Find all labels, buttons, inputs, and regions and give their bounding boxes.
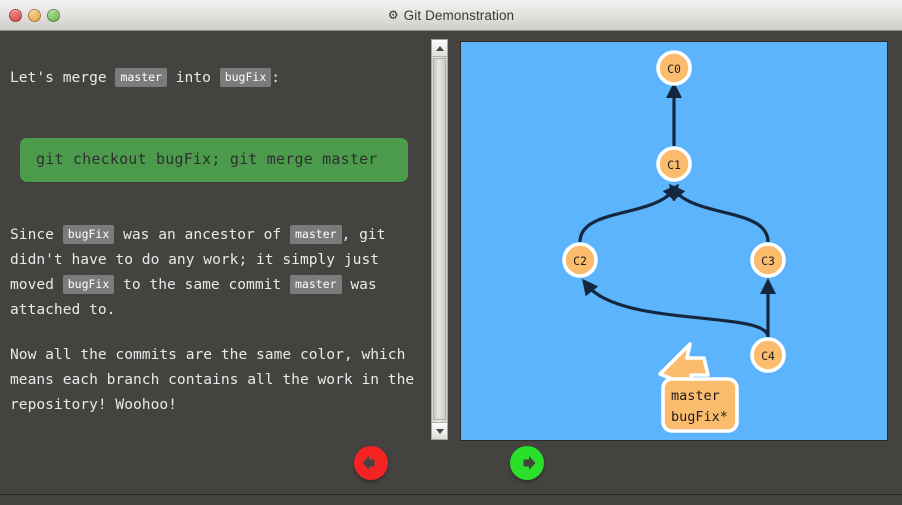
chevron-down-icon	[435, 428, 444, 434]
commit-graph-svg: master bugFix* C0 C1 C2 C3 C4	[562, 50, 786, 433]
edge-c4-c2	[582, 278, 770, 338]
body1-t1: Since	[10, 226, 63, 243]
commit-node-c3[interactable]: C3	[750, 242, 786, 278]
window-title: ⚙ Git Demonstration	[0, 8, 902, 23]
inline-code-bugfix-3: bugFix	[62, 275, 115, 294]
edge-c3-c1	[668, 183, 770, 243]
commit-node-c1[interactable]: C1	[656, 146, 692, 182]
window-titlebar: ⚙ Git Demonstration	[0, 0, 902, 31]
body1-t4: to the same commit	[114, 276, 290, 293]
chevron-up-icon	[435, 45, 444, 51]
forward-button[interactable]	[510, 446, 544, 480]
branch-label-master: master	[671, 388, 720, 404]
edge-group	[578, 82, 776, 338]
commit-node-c0[interactable]: C0	[656, 50, 692, 86]
lesson-body-paragraph-2: Now all the commits are the same color, …	[10, 346, 415, 413]
arrow-right-circle-icon	[523, 456, 536, 470]
commit-label-c4: C4	[761, 349, 775, 363]
inline-code-master-1: master	[115, 68, 167, 87]
lesson-intro-paragraph: Let's merge master into bugFix:	[10, 65, 416, 90]
command-text: git checkout bugFix; git merge master	[36, 150, 378, 168]
branch-label-bugfix: bugFix*	[671, 409, 728, 425]
commit-node-c2[interactable]: C2	[562, 242, 598, 278]
commit-label-c1: C1	[667, 158, 681, 172]
branch-label-box[interactable]: master bugFix*	[661, 377, 739, 433]
scroll-down-button[interactable]	[432, 422, 447, 439]
commit-label-c3: C3	[761, 254, 775, 268]
lesson-text-pane: Let's merge master into bugFix: git chec…	[0, 31, 430, 474]
inline-code-bugfix-2: bugFix	[62, 225, 115, 244]
intro-prefix: Let's merge	[10, 69, 116, 86]
back-button[interactable]	[354, 446, 388, 480]
bottom-bar	[0, 495, 902, 505]
intro-middle: into	[166, 69, 220, 86]
commit-label-c0: C0	[667, 62, 681, 76]
scroll-thumb[interactable]	[433, 58, 446, 420]
commit-node-c4[interactable]: C4	[750, 337, 786, 373]
intro-suffix: :	[271, 69, 281, 86]
commit-graph-canvas[interactable]: master bugFix* C0 C1 C2 C3 C4	[460, 41, 888, 441]
inline-code-master-3: master	[290, 275, 342, 294]
lesson-body-paragraph-1: Since bugFix was an ancestor of master, …	[10, 222, 416, 322]
inline-code-master-2: master	[290, 225, 342, 244]
command-box: git checkout bugFix; git merge master	[20, 138, 408, 182]
gear-icon: ⚙	[387, 8, 399, 22]
app-window: ⚙ Git Demonstration Let's merge master i…	[0, 0, 902, 505]
edge-c2-c1	[578, 183, 680, 243]
arrow-left-circle-icon	[362, 456, 375, 470]
text-pane-scrollbar[interactable]	[431, 39, 448, 440]
commit-label-c2: C2	[573, 254, 587, 268]
body1-t2: was an ancestor of	[114, 226, 290, 243]
scroll-up-button[interactable]	[432, 40, 447, 57]
inline-code-bugfix-1: bugFix	[219, 68, 272, 87]
window-title-text: Git Demonstration	[403, 7, 515, 23]
